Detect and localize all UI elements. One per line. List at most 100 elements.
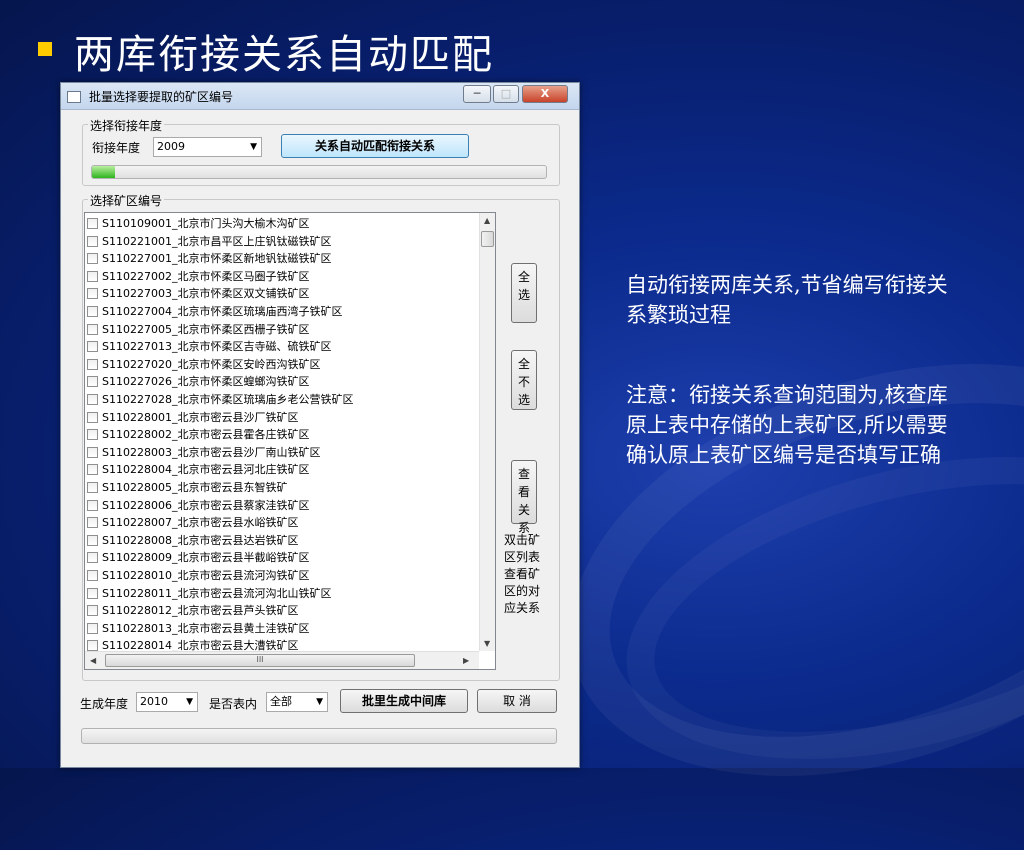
item-label: S110227028_北京市怀柔区琉璃庙乡老公营铁矿区 (102, 393, 354, 406)
slide-note-auto: 自动衔接两库关系,节省编写衔接关系繁琐过程 (626, 273, 948, 327)
item-checkbox[interactable] (87, 570, 98, 581)
mine-list-item[interactable]: S110228006_北京市密云县蔡家洼铁矿区 (87, 497, 309, 514)
item-checkbox[interactable] (87, 288, 98, 300)
item-checkbox[interactable] (87, 482, 98, 493)
mine-list-item[interactable]: S110228011_北京市密云县流河沟北山铁矿区 (87, 585, 331, 602)
mine-listbox[interactable]: S110109001_北京市门头沟大榆木沟矿区 S110221001_北京市昌平区… (84, 212, 496, 670)
mine-list-item[interactable]: S110228004_北京市密云县河北庄铁矿区 (87, 461, 309, 478)
item-checkbox[interactable] (87, 605, 98, 617)
item-label: S110228001_北京市密云县沙厂铁矿区 (102, 410, 299, 424)
chevron-down-icon: ▼ (186, 697, 193, 707)
item-checkbox[interactable] (87, 517, 98, 529)
item-checkbox[interactable] (87, 622, 98, 634)
in-table-select[interactable]: 全部 ▼ (266, 692, 328, 712)
item-checkbox[interactable] (87, 235, 98, 247)
maximize-button[interactable]: □ (493, 85, 519, 103)
item-label: S110228002_北京市密云县霍各庄铁矿区 (102, 428, 310, 442)
item-checkbox[interactable] (87, 394, 98, 405)
mine-list-item[interactable]: S110227001_北京市怀柔区新地钒钛磁铁矿区 (87, 250, 331, 267)
deselect-all-button[interactable]: 全不选 (511, 350, 537, 410)
mine-list-item[interactable]: S110228005_北京市密云县东智铁矿 (87, 479, 287, 496)
in-table-label: 是否表内 (209, 697, 258, 711)
view-relation-label: 查看关系 (517, 467, 530, 535)
window-titlebar[interactable]: 批量选择要提取的矿区编号 ─ □ X (61, 83, 579, 110)
mine-list-item[interactable]: S110228010_北京市密云县流河沟铁矿区 (87, 567, 309, 584)
item-checkbox[interactable] (87, 411, 98, 423)
item-checkbox[interactable] (87, 358, 98, 370)
list-horizontal-scrollbar[interactable]: ◀ III ▶ (85, 651, 479, 669)
close-button[interactable]: X (522, 85, 568, 103)
mine-list-item[interactable]: S110228003_北京市密云县沙厂南山铁矿区 (87, 444, 320, 461)
item-label: S110228005_北京市密云县东智铁矿 (102, 481, 288, 494)
item-checkbox[interactable] (87, 341, 98, 353)
scroll-left-icon[interactable]: ◀ (90, 656, 96, 665)
item-label: S110221001_北京市昌平区上庄钒钛磁铁矿区 (102, 234, 332, 248)
generate-progress-bar (81, 728, 557, 744)
item-label: S110227003_北京市怀柔区双文铺铁矿区 (102, 287, 310, 301)
mine-list-item[interactable]: S110227005_北京市怀柔区西栅子铁矿区 (87, 321, 309, 338)
vertical-scroll-thumb[interactable] (481, 231, 494, 247)
mine-list-item[interactable]: S110109001_北京市门头沟大榆木沟矿区 (87, 215, 309, 232)
mine-list-item[interactable]: S110227002_北京市怀柔区马圈子铁矿区 (87, 268, 309, 285)
item-label: S110228009_北京市密云县半截峪铁矿区 (102, 551, 310, 565)
scroll-down-icon[interactable]: ▼ (484, 639, 490, 648)
item-checkbox[interactable] (87, 534, 98, 546)
mine-list-item[interactable]: S110227004_北京市怀柔区琉璃庙西湾子铁矿区 (87, 303, 342, 320)
batch-generate-button[interactable]: 批里生成中间库 (340, 689, 468, 713)
item-label: S110228004_北京市密云县河北庄铁矿区 (102, 463, 310, 477)
scroll-right-icon[interactable]: ▶ (463, 656, 469, 665)
item-label: S110228006_北京市密云县蔡家洼铁矿区 (102, 498, 310, 512)
deselect-all-label: 全不选 (517, 357, 530, 407)
link-year-select[interactable]: 2009 ▼ (153, 137, 262, 157)
select-all-label: 全选 (517, 270, 530, 302)
item-checkbox[interactable] (87, 429, 98, 441)
item-label: S110228011_北京市密云县流河沟北山铁矿区 (102, 586, 332, 600)
gen-year-select[interactable]: 2010 ▼ (136, 692, 198, 712)
item-label: S110227013_北京市怀柔区吉寺磁、硫铁矿区 (102, 340, 332, 354)
mine-list-item[interactable]: S110227020_北京市怀柔区安岭西沟铁矿区 (87, 356, 320, 373)
year-group-label: 选择衔接年度 (88, 117, 165, 134)
item-checkbox[interactable] (87, 446, 98, 458)
item-checkbox[interactable] (87, 306, 98, 317)
item-checkbox[interactable] (87, 270, 98, 282)
mine-list-item[interactable]: S110228013_北京市密云县黄土洼铁矿区 (87, 620, 309, 637)
horizontal-scroll-thumb[interactable]: III (105, 654, 415, 667)
mine-list-item[interactable]: S110227026_北京市怀柔区蝗螂沟铁矿区 (87, 373, 309, 390)
mine-list-item[interactable]: S110228012_北京市密云县芦头铁矿区 (87, 602, 298, 619)
item-checkbox[interactable] (87, 323, 98, 335)
mine-list-item[interactable]: S110228001_北京市密云县沙厂铁矿区 (87, 409, 298, 426)
item-checkbox[interactable] (87, 640, 98, 652)
mine-list-item[interactable]: S110227013_北京市怀柔区吉寺磁、硫铁矿区 (87, 338, 331, 355)
item-label: S110109001_北京市门头沟大榆木沟矿区 (102, 217, 310, 230)
item-label: S110227004_北京市怀柔区琉璃庙西湾子铁矿区 (102, 305, 343, 318)
mine-list-item[interactable]: S110227003_北京市怀柔区双文铺铁矿区 (87, 285, 309, 302)
item-label: S110228012_北京市密云县芦头铁矿区 (102, 604, 299, 618)
mine-list-item[interactable]: S110221001_北京市昌平区上庄钒钛磁铁矿区 (87, 233, 331, 250)
cancel-button[interactable]: 取 消 (477, 689, 557, 713)
match-progress-fill (92, 166, 115, 178)
list-hint-text: 双击矿区列表查看矿区的对应关系 (504, 533, 541, 615)
slide-title: 两库衔接关系自动匹配 (74, 32, 494, 78)
list-vertical-scrollbar[interactable]: ▲ ▼ (479, 213, 495, 651)
in-table-value: 全部 (270, 695, 292, 708)
item-label: S110227002_北京市怀柔区马圈子铁矿区 (102, 269, 310, 283)
mine-list-item[interactable]: S110228008_北京市密云县达岩铁矿区 (87, 532, 298, 549)
mine-list-item[interactable]: S110228002_北京市密云县霍各庄铁矿区 (87, 426, 309, 443)
item-label: S110227001_北京市怀柔区新地钒钛磁铁矿区 (102, 252, 332, 266)
item-checkbox[interactable] (87, 552, 98, 564)
scroll-up-icon[interactable]: ▲ (484, 216, 490, 225)
item-checkbox[interactable] (87, 376, 98, 388)
item-checkbox[interactable] (87, 218, 98, 229)
item-checkbox[interactable] (87, 464, 98, 476)
item-checkbox[interactable] (87, 499, 98, 511)
minimize-button[interactable]: ─ (463, 85, 491, 103)
item-checkbox[interactable] (87, 253, 98, 265)
view-relation-button[interactable]: 查看关系 (511, 460, 537, 535)
mine-list-item[interactable]: S110228009_北京市密云县半截峪铁矿区 (87, 549, 309, 566)
mine-group-label: 选择矿区编号 (88, 192, 165, 209)
item-checkbox[interactable] (87, 587, 98, 599)
auto-match-button[interactable]: 关系自动匹配衔接关系 (281, 134, 469, 158)
select-all-button[interactable]: 全选 (511, 263, 537, 323)
mine-list-item[interactable]: S110227028_北京市怀柔区琉璃庙乡老公营铁矿区 (87, 391, 353, 408)
mine-list-item[interactable]: S110228007_北京市密云县水峪铁矿区 (87, 514, 298, 531)
